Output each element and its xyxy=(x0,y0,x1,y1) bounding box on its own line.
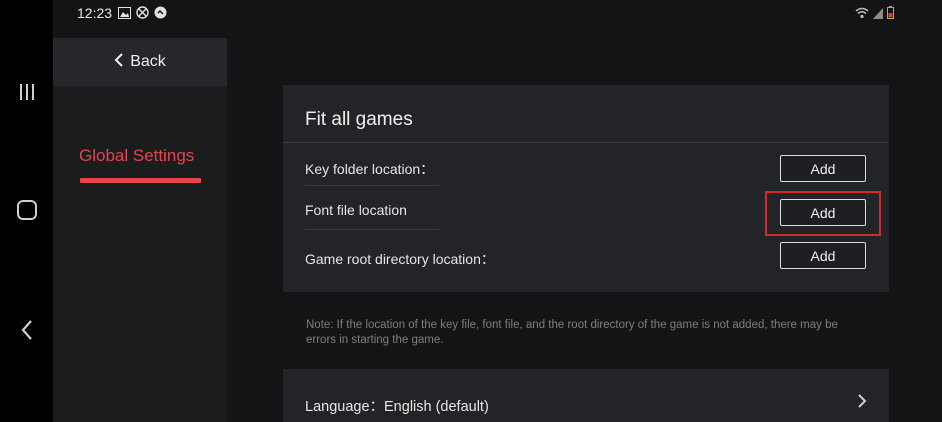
divider xyxy=(305,185,439,186)
no-sim-icon xyxy=(136,6,149,24)
back-label: Back xyxy=(130,53,166,70)
fit-all-games-card: Fit all games Key folder location： Add F… xyxy=(283,85,889,292)
chevron-right-icon xyxy=(857,393,867,414)
language-label-text: Language： xyxy=(305,399,385,415)
divider xyxy=(305,229,439,230)
highlight-box xyxy=(765,191,881,236)
back-button[interactable]: Back xyxy=(53,38,227,86)
sidebar-item-global-settings[interactable]: Global Settings xyxy=(79,146,194,166)
card-title: Fit all games xyxy=(305,109,413,130)
app-icon xyxy=(154,6,167,24)
language-value: English (default) xyxy=(384,399,489,415)
divider xyxy=(283,142,889,143)
add-game-root-button[interactable]: Add xyxy=(780,242,866,269)
wifi-icon xyxy=(855,6,869,24)
note-text: Note: If the location of the key file, f… xyxy=(306,319,838,346)
sidebar: Back Global Settings xyxy=(53,38,227,422)
chevron-left-icon xyxy=(114,52,124,73)
battery-icon xyxy=(887,6,894,24)
status-time: 12:23 xyxy=(77,5,113,21)
image-icon xyxy=(118,6,131,24)
navigation-bar xyxy=(0,0,53,422)
language-row[interactable]: Language：English (default) xyxy=(283,369,889,422)
back-icon[interactable] xyxy=(0,317,53,343)
language-label: Language：English (default) xyxy=(305,395,489,416)
status-bar: 12:23 xyxy=(53,0,942,38)
add-key-folder-button[interactable]: Add xyxy=(780,155,866,182)
home-icon[interactable] xyxy=(0,197,53,223)
active-tab-indicator xyxy=(80,178,201,183)
signal-icon xyxy=(873,6,883,24)
game-root-label: Game root directory location： xyxy=(305,251,495,267)
main-content: Fit all games Key folder location： Add F… xyxy=(227,38,942,422)
key-folder-label: Key folder location： xyxy=(305,161,435,177)
font-file-label: Font file location xyxy=(305,202,407,218)
recent-apps-icon[interactable] xyxy=(0,80,53,104)
